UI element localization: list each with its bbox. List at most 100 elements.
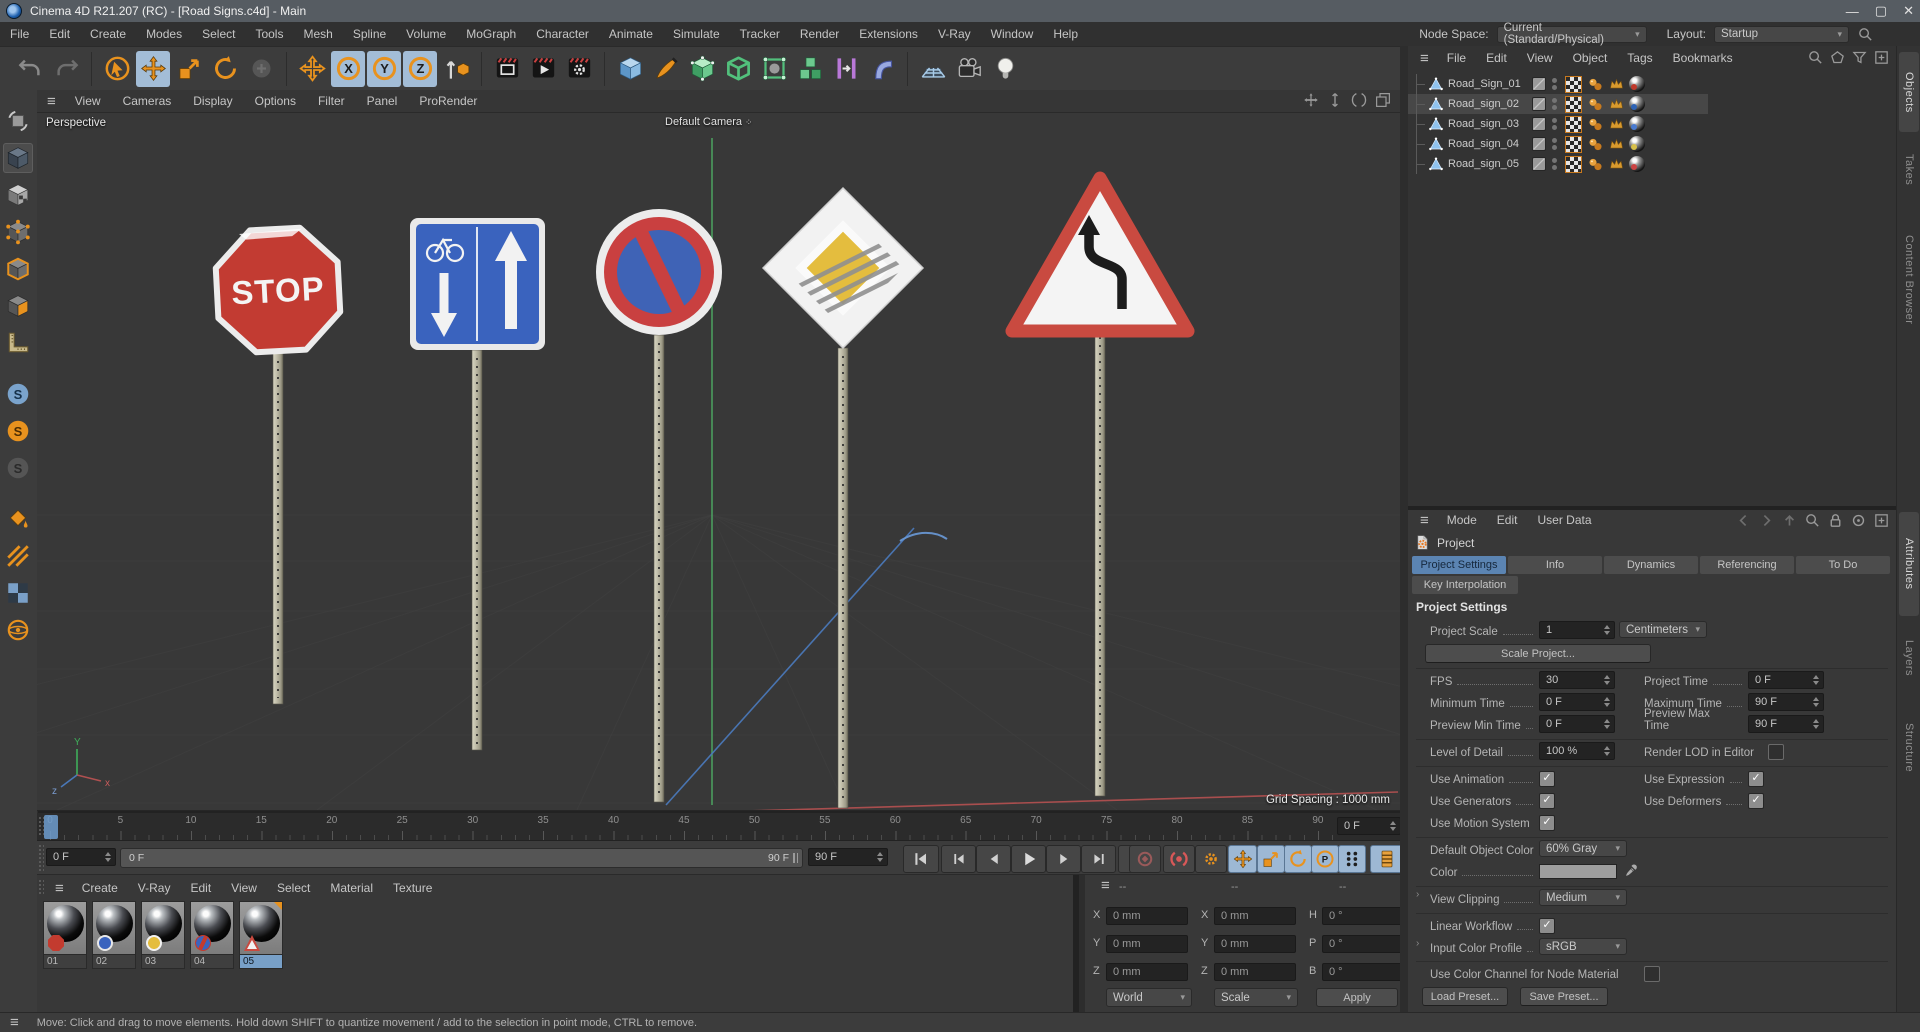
add-panel-icon[interactable] (1873, 512, 1890, 529)
simulate-icon[interactable] (865, 51, 899, 87)
viewport-menu-prorender[interactable]: ProRender (408, 94, 488, 108)
panel-tab-objects[interactable]: Objects (1899, 52, 1919, 132)
snap-icon[interactable]: S (3, 379, 33, 409)
tab-info[interactable]: Info (1508, 556, 1602, 574)
object-name[interactable]: Road_sign_02 (1448, 98, 1524, 110)
end-frame-field[interactable]: 90 F (808, 848, 888, 866)
object-manager-menu-icon[interactable]: ≡ (1410, 50, 1437, 67)
object-manager-menu-view[interactable]: View (1517, 51, 1563, 65)
model-mode-icon[interactable] (3, 143, 33, 173)
light-icon[interactable] (988, 51, 1022, 87)
polygon-mode-icon[interactable] (3, 291, 33, 321)
search-icon[interactable] (1804, 512, 1821, 529)
no-stopping-sign[interactable] (596, 209, 722, 335)
menu-v-ray[interactable]: V-Ray (928, 27, 981, 41)
next-frame-icon[interactable] (1046, 845, 1081, 873)
visibility-dots-icon[interactable] (1552, 138, 1557, 150)
viewport-menu-icon[interactable]: ≡ (37, 93, 64, 110)
up-arrow-icon[interactable] (1781, 512, 1798, 529)
layout-dropdown[interactable]: Startup ▾ (1714, 25, 1849, 43)
key-position-icon[interactable] (1228, 845, 1257, 873)
quantize-icon[interactable]: S (3, 416, 33, 446)
viewport-menu-view[interactable]: View (64, 94, 112, 108)
material-menu-create[interactable]: Create (72, 881, 128, 895)
visibility-dots-icon[interactable] (1552, 78, 1557, 90)
material-tag-icon[interactable] (1629, 76, 1645, 92)
material-thumb-01[interactable]: 01 (43, 901, 87, 971)
attribute-object-row[interactable]: Project (1414, 534, 1474, 551)
goto-start-icon[interactable] (903, 845, 939, 873)
load-preset-button[interactable]: Load Preset... (1422, 987, 1508, 1006)
menu-volume[interactable]: Volume (396, 27, 456, 41)
viewport-menu-cameras[interactable]: Cameras (112, 94, 183, 108)
preview-range-slider[interactable]: 0 F 90 F (120, 848, 803, 868)
material-thumb-03[interactable]: 03 (141, 901, 185, 971)
project-time-field[interactable]: 0 F (1748, 671, 1824, 689)
use-generators-checkbox[interactable]: ✓ (1539, 793, 1555, 809)
use-deformers-checkbox[interactable]: ✓ (1748, 793, 1764, 809)
object-manager-menu-edit[interactable]: Edit (1476, 51, 1517, 65)
vray-tag-icon[interactable] (1608, 156, 1625, 173)
visibility-dots-icon[interactable] (1552, 118, 1557, 130)
start-frame-field[interactable]: 0 F (46, 848, 116, 866)
minimum-time-field[interactable]: 0 F (1539, 693, 1615, 711)
attribute-menu-mode[interactable]: Mode (1437, 513, 1487, 527)
uvw-tag-icon[interactable] (1565, 115, 1582, 133)
edge-mode-icon[interactable] (3, 254, 33, 284)
viewport-menu-options[interactable]: Options (244, 94, 307, 108)
rotate-tool-icon[interactable] (208, 51, 242, 87)
menu-file[interactable]: File (0, 27, 39, 41)
menu-help[interactable]: Help (1043, 27, 1088, 41)
key-scale-icon[interactable] (1257, 845, 1285, 873)
add-spline-icon[interactable] (649, 51, 683, 87)
project-scale-field[interactable]: 1 (1539, 621, 1615, 639)
material-label[interactable]: 04 (190, 955, 234, 969)
rotation-field[interactable]: 0 ° (1322, 935, 1404, 953)
render-lod-checkbox[interactable] (1768, 744, 1784, 760)
current-frame-field[interactable]: 0 F (1337, 817, 1401, 835)
search-icon[interactable] (1807, 49, 1824, 66)
undo-icon[interactable] (13, 51, 47, 87)
timeline-playhead[interactable] (44, 815, 58, 839)
axis-modify-icon[interactable] (3, 615, 33, 645)
point-mode-icon[interactable] (3, 217, 33, 247)
material-tag-icon[interactable] (1629, 136, 1645, 152)
menu-spline[interactable]: Spline (343, 27, 396, 41)
node-material-checkbox[interactable] (1644, 966, 1660, 982)
use-expression-checkbox[interactable]: ✓ (1748, 771, 1764, 787)
menu-tools[interactable]: Tools (245, 27, 293, 41)
panel-tab-attributes[interactable]: Attributes (1899, 512, 1919, 616)
linear-workflow-checkbox[interactable]: ✓ (1539, 918, 1555, 934)
floor-icon[interactable] (916, 51, 950, 87)
make-editable-icon[interactable] (3, 106, 33, 136)
position-field[interactable]: 0 mm (1106, 963, 1188, 981)
texture-mode-icon[interactable] (3, 180, 33, 210)
camera-label[interactable]: Default Camera ⁘ (665, 116, 753, 128)
node-space-dropdown[interactable]: Current (Standard/Physical) ▾ (1496, 22, 1647, 46)
rotation-field[interactable]: 0 ° (1322, 963, 1404, 981)
panel-tab-takes[interactable]: Takes (1899, 138, 1919, 202)
panel-tab-structure[interactable]: Structure (1899, 700, 1919, 796)
preview-max-field[interactable]: 90 F (1748, 715, 1824, 733)
uv-edit-icon[interactable] (3, 578, 33, 608)
key-parameter-icon[interactable]: P (1311, 845, 1339, 873)
vray-tag-icon[interactable] (1608, 116, 1625, 133)
viewport-menu-filter[interactable]: Filter (307, 94, 356, 108)
object-name[interactable]: Road_Sign_01 (1448, 78, 1524, 90)
eyedropper-icon[interactable] (1624, 861, 1641, 878)
material-menu-edit[interactable]: Edit (180, 881, 221, 895)
render-view-icon[interactable] (490, 51, 524, 87)
viewport-3d[interactable]: STOP Y x z Perspective Default Camera ⁘ … (37, 113, 1400, 811)
panel-splitter[interactable] (1400, 46, 1408, 1012)
save-preset-button[interactable]: Save Preset... (1520, 987, 1608, 1006)
autokey-icon[interactable] (1163, 845, 1195, 873)
next-key-icon[interactable] (1081, 845, 1116, 873)
position-field[interactable]: 0 mm (1106, 907, 1188, 925)
forward-arrow-icon[interactable] (1758, 512, 1775, 529)
input-color-profile-dropdown[interactable]: sRGB ▾ (1539, 938, 1627, 955)
size-field[interactable]: 0 mm (1214, 963, 1296, 981)
object-manager-menu-tags[interactable]: Tags (1617, 51, 1662, 65)
use-animation-checkbox[interactable]: ✓ (1539, 771, 1555, 787)
menu-mesh[interactable]: Mesh (293, 27, 342, 41)
size-field[interactable]: 0 mm (1214, 935, 1296, 953)
